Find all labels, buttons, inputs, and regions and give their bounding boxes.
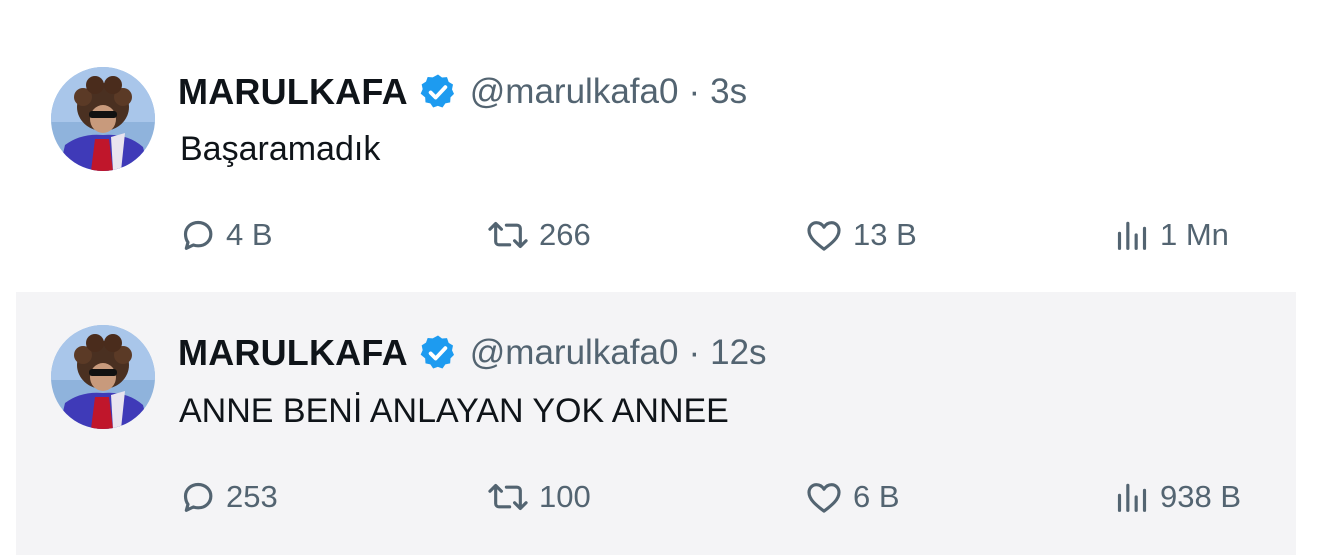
tweet-header: MARULKAFA @marulkafa0 · 3s: [178, 68, 747, 116]
timestamp[interactable]: 3s: [710, 72, 747, 112]
like-button[interactable]: 13 B: [803, 213, 917, 257]
avatar[interactable]: [51, 325, 155, 429]
reply-button[interactable]: 253: [178, 475, 278, 519]
speech-bubble-icon: [183, 482, 213, 512]
speech-bubble-icon: [183, 220, 213, 250]
heart-icon: [807, 483, 841, 513]
handle[interactable]: @marulkafa0: [470, 333, 679, 373]
verified-badge-icon: [420, 335, 454, 369]
reply-button[interactable]: 4 B: [178, 213, 273, 257]
tweet-text: Başaramadık: [180, 130, 381, 168]
handle[interactable]: @marulkafa0: [470, 72, 679, 112]
timestamp[interactable]: 12s: [710, 333, 766, 373]
verified-badge-icon: [420, 74, 454, 108]
views-button[interactable]: 1 Mn: [1112, 213, 1229, 257]
tweet-text: ANNE BENİ ANLAYAN YOK ANNEE: [179, 392, 729, 430]
bar-chart-icon: [1117, 221, 1147, 250]
separator-dot: ·: [688, 72, 701, 111]
like-button[interactable]: 6 B: [803, 475, 900, 519]
tweet-header: MARULKAFA @marulkafa0 · 12s: [178, 329, 767, 377]
views-button[interactable]: 938 B: [1112, 475, 1241, 519]
retweet-button[interactable]: 100: [485, 475, 591, 519]
reply-count: 253: [226, 479, 278, 514]
tweet-feed: MARULKAFA @marulkafa0 · 3s Başaramadık 4…: [0, 0, 1334, 555]
display-name[interactable]: MARULKAFA: [178, 332, 408, 374]
retweet-arrows-icon: [488, 483, 528, 511]
display-name[interactable]: MARULKAFA: [178, 71, 408, 113]
retweet-count: 266: [539, 217, 591, 252]
retweet-count: 100: [539, 479, 591, 514]
bar-chart-icon: [1117, 483, 1147, 512]
reply-count: 4 B: [226, 217, 273, 252]
retweet-arrows-icon: [488, 221, 528, 249]
separator-dot: ·: [688, 333, 701, 372]
like-count: 13 B: [853, 217, 917, 252]
avatar[interactable]: [51, 67, 155, 171]
tweet[interactable]: MARULKAFA @marulkafa0 · 12s ANNE BENİ AN…: [16, 292, 1296, 555]
view-count: 938 B: [1160, 479, 1242, 514]
like-count: 6 B: [853, 479, 900, 514]
heart-icon: [807, 221, 841, 251]
tweet[interactable]: MARULKAFA @marulkafa0 · 3s Başaramadık 4…: [0, 0, 1334, 292]
retweet-button[interactable]: 266: [485, 213, 591, 257]
view-count: 1 Mn: [1160, 217, 1229, 252]
